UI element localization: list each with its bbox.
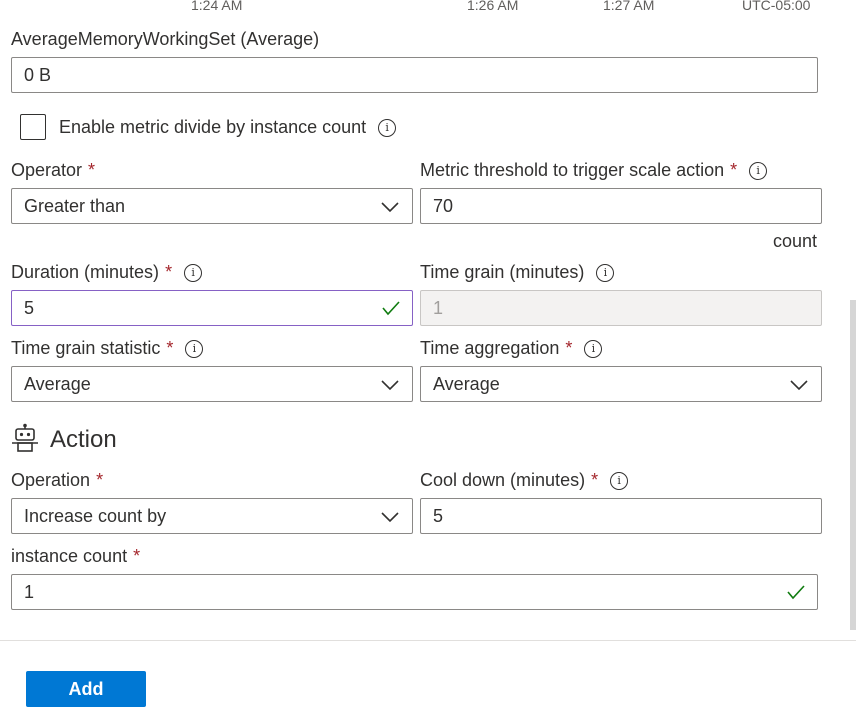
operation-label-row: Operation *: [11, 470, 103, 491]
time-aggregation-label: Time aggregation: [420, 338, 560, 358]
required-asterisk: *: [730, 160, 738, 180]
checkmark-icon: [382, 301, 400, 316]
divide-by-instance-label: Enable metric divide by instance count: [59, 117, 367, 137]
required-asterisk: *: [165, 262, 173, 282]
operation-label: Operation: [11, 470, 91, 490]
info-icon[interactable]: i: [185, 340, 204, 358]
duration-label: Duration (minutes): [11, 262, 160, 282]
operator-label-row: Operator *: [11, 160, 95, 181]
action-heading: Action: [50, 426, 117, 453]
instance-count-label-row: instance count *: [11, 546, 140, 567]
duration-label-row: Duration (minutes) * i: [11, 262, 203, 283]
time-grain-value: 1: [433, 298, 444, 318]
chart-x-tick: 1:26 AM: [467, 0, 519, 13]
metric-value: 0 B: [24, 65, 52, 85]
time-aggregation-label-row: Time aggregation * i: [420, 338, 603, 359]
cool-down-input[interactable]: 5: [420, 498, 822, 534]
metric-value-field: 0 B: [11, 57, 818, 93]
threshold-label-row: Metric threshold to trigger scale action…: [420, 160, 768, 181]
instance-count-label: instance count: [11, 546, 128, 566]
threshold-label: Metric threshold to trigger scale action: [420, 160, 725, 180]
threshold-value: 70: [433, 196, 454, 216]
required-asterisk: *: [133, 546, 141, 566]
scrollbar[interactable]: [850, 300, 856, 630]
chart-timezone: UTC-05:00: [742, 0, 811, 13]
metric-label: AverageMemoryWorkingSet (Average): [11, 29, 320, 49]
threshold-unit: count: [773, 231, 818, 251]
info-icon[interactable]: i: [184, 264, 203, 282]
chevron-down-icon: [381, 202, 399, 213]
checkmark-icon: [787, 585, 805, 600]
robot-icon: [12, 423, 38, 452]
chart-x-tick: 1:27 AM: [603, 0, 655, 13]
time-grain-label: Time grain (minutes): [420, 262, 585, 282]
time-grain-statistic-label-row: Time grain statistic * i: [11, 338, 204, 359]
chart-x-tick: 1:24 AM: [191, 0, 243, 13]
operator-dropdown[interactable]: Greater than: [11, 188, 413, 224]
time-aggregation-value: Average: [433, 374, 500, 394]
operation-value: Increase count by: [24, 506, 167, 526]
divide-by-instance-checkbox[interactable]: [20, 114, 46, 140]
info-icon[interactable]: i: [596, 264, 615, 282]
operator-label: Operator: [11, 160, 83, 180]
chevron-down-icon: [790, 380, 808, 391]
time-grain-statistic-value: Average: [24, 374, 91, 394]
chevron-down-icon: [381, 512, 399, 523]
instance-count-input[interactable]: 1: [11, 574, 818, 610]
operator-value: Greater than: [24, 196, 126, 216]
info-icon[interactable]: i: [378, 119, 397, 137]
cool-down-value: 5: [433, 506, 444, 526]
instance-count-value: 1: [24, 582, 35, 602]
info-icon[interactable]: i: [610, 472, 629, 490]
time-grain-statistic-label: Time grain statistic: [11, 338, 161, 358]
add-button[interactable]: Add: [26, 671, 146, 707]
cool-down-label: Cool down (minutes): [420, 470, 586, 490]
required-asterisk: *: [88, 160, 96, 180]
required-asterisk: *: [565, 338, 573, 358]
time-grain-label-row: Time grain (minutes) i: [420, 262, 615, 283]
footer-divider: [0, 640, 856, 641]
info-icon[interactable]: i: [584, 340, 603, 358]
duration-value: 5: [24, 298, 35, 318]
required-asterisk: *: [96, 470, 104, 490]
required-asterisk: *: [591, 470, 599, 490]
time-grain-input: 1: [420, 290, 822, 326]
required-asterisk: *: [166, 338, 174, 358]
time-aggregation-dropdown[interactable]: Average: [420, 366, 822, 402]
info-icon[interactable]: i: [749, 162, 768, 180]
divide-by-instance-row: Enable metric divide by instance count i: [59, 117, 397, 138]
time-grain-statistic-dropdown[interactable]: Average: [11, 366, 413, 402]
duration-input[interactable]: 5: [11, 290, 413, 326]
operation-dropdown[interactable]: Increase count by: [11, 498, 413, 534]
threshold-input[interactable]: 70: [420, 188, 822, 224]
chevron-down-icon: [381, 380, 399, 391]
cool-down-label-row: Cool down (minutes) * i: [420, 470, 629, 491]
